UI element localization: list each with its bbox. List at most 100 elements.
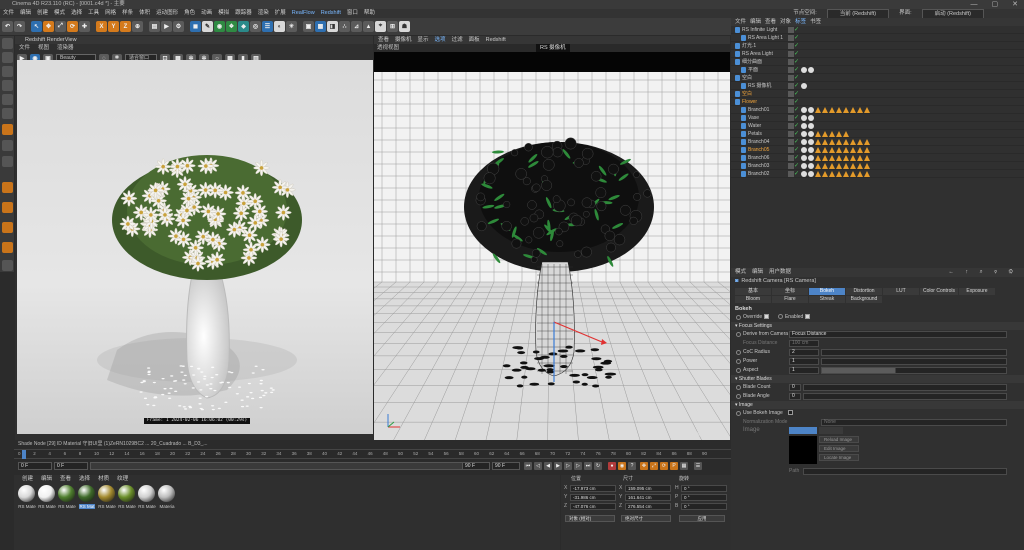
cube-icon[interactable]: ◼ [190,21,201,32]
coordinate-mode-dropdown[interactable]: 对象 (相对) [565,515,615,522]
menu-item[interactable]: 帮助 [364,9,375,18]
material-tag-icon[interactable] [808,115,814,121]
material-tag-icon[interactable] [801,171,807,177]
selection-tag-icon[interactable] [864,147,870,153]
prev-key-icon[interactable]: ◁ [534,462,542,470]
cloner-icon[interactable]: ❖ [226,21,237,32]
prev-frame-icon[interactable]: ◀ [544,462,552,470]
material-swatch[interactable]: Materia [158,485,176,509]
rotate-icon[interactable]: ⟳ [67,21,78,32]
blade-count-slider[interactable] [803,384,1007,391]
focus-distance-field[interactable]: 100 cm [789,340,819,347]
material-tag-icon[interactable] [808,107,814,113]
attribute-tab[interactable]: 坐标 [772,288,808,295]
close-icon[interactable]: ✕ [1012,0,1018,9]
selection-tag-icon[interactable] [857,139,863,145]
position-field[interactable]: -17.973 cm [570,485,616,492]
bokeh-image-preview[interactable] [789,436,817,464]
attribute-tab[interactable]: Color Controls [920,288,958,295]
pen-icon[interactable]: ✎ [202,21,213,32]
timeline-menu-icon[interactable]: ☰ [694,462,702,470]
locked-workplane-icon[interactable] [2,222,13,233]
coordinate-system-icon[interactable]: ⊕ [132,21,143,32]
menu-item[interactable]: 创建 [37,9,48,18]
object-row[interactable]: Branch03 ✓ [731,162,1024,170]
selection-tag-icon[interactable] [843,147,849,153]
next-frame-icon[interactable]: ▷ [564,462,572,470]
polygons-mode-icon[interactable]: ▲ [363,21,374,32]
object-row[interactable]: RS Area Light ✓ [731,50,1024,58]
enabled-check-icon[interactable]: ✓ [794,43,800,49]
key-position-icon[interactable]: ✥ [640,462,648,470]
object-row[interactable]: Branch01 ✓ [731,106,1024,114]
grid-icon[interactable] [2,260,13,271]
coc-radius-slider[interactable] [821,349,1007,356]
selection-tag-icon[interactable] [843,139,849,145]
material-tag-icon[interactable] [808,147,814,153]
selection-tag-icon[interactable] [815,131,821,137]
material-tag-icon[interactable] [801,147,807,153]
viewport-menu-item[interactable]: 面板 [469,36,480,44]
material-swatch[interactable]: RS Mate [18,485,36,509]
path-field[interactable] [803,468,1007,475]
object-row[interactable]: 灯光.1 ✓ [731,42,1024,50]
axis-x-button[interactable]: X [96,21,107,32]
enabled-check-icon[interactable]: ✓ [794,75,800,81]
rotation-field[interactable]: 0 ° [681,494,727,501]
size-field[interactable]: 276.554 cm [625,503,671,510]
selection-tag-icon[interactable] [829,155,835,161]
attribute-nav-icon[interactable]: ← ↑ ⌕ ⚲ ⚙ [948,268,1018,277]
blade-angle-field[interactable]: 0 [789,393,801,400]
enabled-check-icon[interactable]: ✓ [794,27,800,33]
selection-tag-icon[interactable] [829,131,835,137]
material-tag-icon[interactable] [808,67,814,73]
selection-tag-icon[interactable] [850,163,856,169]
field-icon[interactable]: ◎ [250,21,261,32]
current-frame-field[interactable]: 0 F [18,462,52,470]
material-tag-icon[interactable] [801,67,807,73]
selection-tag-icon[interactable] [829,139,835,145]
material-tag-icon[interactable] [808,171,814,177]
selection-tag-icon[interactable] [850,139,856,145]
selection-tag-icon[interactable] [850,171,856,177]
menu-item[interactable]: 模拟 [218,9,229,18]
enabled-check-icon[interactable]: ✓ [794,155,800,161]
material-menu-item[interactable]: 纹理 [117,475,128,483]
viewport-menu-item[interactable]: Redshift [486,36,506,44]
maximize-icon[interactable]: ▢ [992,0,999,9]
object-row[interactable]: Flower ✓ [731,98,1024,106]
selection-tag-icon[interactable] [815,171,821,177]
enabled-check-icon[interactable]: ✓ [794,147,800,153]
model-icon[interactable] [2,52,13,63]
renderview-menu-file[interactable]: 文件 [19,44,30,52]
menu-item[interactable]: 工具 [88,9,99,18]
attribute-tab[interactable]: LUT [883,288,919,295]
recent-tool-icon[interactable]: ✚ [79,21,90,32]
selection-tag-icon[interactable] [836,163,842,169]
menu-item[interactable]: RealFlow [292,9,315,18]
undo-icon[interactable]: ↶ [2,21,13,32]
menu-item[interactable]: Redshift [321,9,341,18]
selection-tag-icon[interactable] [836,139,842,145]
axis-y-button[interactable]: Y [108,21,119,32]
selection-tag-icon[interactable] [836,131,842,137]
axis-icon[interactable] [2,140,13,151]
blade-angle-slider[interactable] [803,393,1007,400]
enabled-check-icon[interactable]: ✓ [794,139,800,145]
selection-tag-icon[interactable] [822,155,828,161]
render-region-icon[interactable]: ▤ [149,21,160,32]
viewport-menu-item[interactable]: 选项 [435,36,446,44]
play-icon[interactable]: ▶ [554,462,562,470]
workplane-icon[interactable]: ⊞ [387,21,398,32]
material-menu-item[interactable]: 选择 [79,475,90,483]
reload-image-button[interactable]: Reload Image [819,436,859,443]
object-row[interactable]: RS Infinite Light ✓ [731,26,1024,34]
object-manager-menu-item[interactable]: 编辑 [750,18,761,26]
enabled-check-icon[interactable]: ✓ [794,67,800,73]
key-rotation-icon[interactable]: ⟳ [660,462,668,470]
focus-settings-header[interactable]: ▾ Focus Settings [731,322,1024,330]
selection-tag-icon[interactable] [815,163,821,169]
enabled-checkbox[interactable] [804,314,810,320]
menu-item[interactable]: 跟踪器 [235,9,252,18]
enabled-check-icon[interactable]: ✓ [794,171,800,177]
